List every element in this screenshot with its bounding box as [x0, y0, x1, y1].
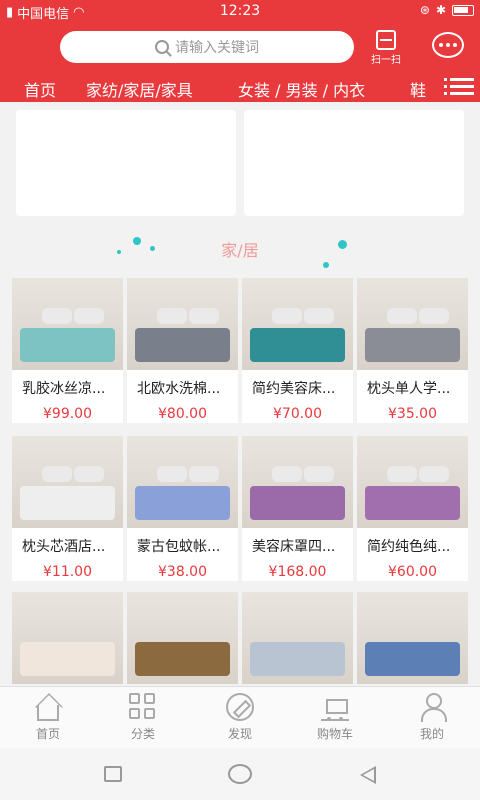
- tab-discover[interactable]: 发现: [205, 693, 275, 742]
- back-icon[interactable]: [360, 766, 376, 784]
- recent-apps-icon[interactable]: [104, 766, 122, 782]
- product-title: 简约美容床...: [252, 381, 336, 397]
- product-image: [12, 436, 123, 528]
- tab-label: 分类: [130, 727, 155, 741]
- bluetooth-icon: ✱: [435, 3, 446, 17]
- product-title: 简约纯色纯...: [367, 539, 451, 555]
- tab-label: 首页: [35, 727, 60, 741]
- product-image: [357, 436, 468, 528]
- tab-category[interactable]: 分类: [108, 693, 178, 742]
- product-card[interactable]: [357, 592, 468, 684]
- cart-icon: [321, 693, 349, 721]
- tab-cart[interactable]: 购物车: [300, 693, 370, 742]
- product-image: [242, 592, 353, 684]
- product-card[interactable]: 简约纯色纯... ¥60.00: [357, 436, 468, 581]
- status-time: 12:23: [219, 3, 261, 19]
- product-image: [127, 278, 238, 370]
- app-header: 请输入关键词 扫一扫: [0, 22, 480, 72]
- nav-home-textile[interactable]: 家纺/家居/家具: [86, 77, 193, 101]
- product-title: 枕头单人学...: [367, 381, 451, 397]
- section-title: 家/居: [221, 241, 259, 260]
- product-title: 蒙古包蚊帐...: [137, 539, 221, 555]
- tab-label: 购物车: [316, 727, 353, 741]
- scan-button[interactable]: 扫一扫: [364, 28, 408, 68]
- product-title: 乳胶冰丝凉...: [22, 381, 106, 397]
- tab-me[interactable]: 我的: [397, 693, 467, 742]
- user-icon: [418, 693, 447, 722]
- product-card[interactable]: 乳胶冰丝凉... ¥99.00: [12, 278, 123, 423]
- product-card[interactable]: [12, 592, 123, 684]
- product-price: ¥168.00: [268, 564, 327, 580]
- product-price: ¥70.00: [273, 406, 322, 422]
- product-image: [242, 278, 353, 370]
- product-card[interactable]: 美容床罩四... ¥168.00: [242, 436, 353, 581]
- product-image: [127, 592, 238, 684]
- product-card[interactable]: 蒙古包蚊帐... ¥38.00: [127, 436, 238, 581]
- category-icon: [129, 693, 157, 721]
- category-nav: 首页 家纺/家居/家具 女装 / 男装 / 内衣 鞋: [0, 72, 480, 102]
- product-image: [12, 592, 123, 684]
- product-image: [357, 592, 468, 684]
- bottom-tab-bar: 首页 分类 发现 购物车 我的: [0, 686, 480, 748]
- product-image: [357, 278, 468, 370]
- product-title: 枕头芯酒店...: [22, 539, 106, 555]
- lock-rotation-icon: ⊛: [419, 3, 430, 17]
- status-right: ⊛ ✱: [420, 3, 474, 17]
- tab-home[interactable]: 首页: [13, 693, 83, 742]
- decor-dot: [323, 262, 329, 268]
- banner-card-right[interactable]: [244, 110, 464, 216]
- search-input[interactable]: 请输入关键词: [60, 31, 354, 63]
- banner-cards: [16, 110, 464, 216]
- home-button-icon[interactable]: [228, 764, 252, 784]
- product-image: [127, 436, 238, 528]
- product-title: 美容床罩四...: [252, 539, 336, 555]
- product-price: ¥35.00: [388, 406, 437, 422]
- product-price: ¥80.00: [158, 406, 207, 422]
- compass-icon: [226, 693, 254, 721]
- product-price: ¥99.00: [43, 406, 92, 422]
- product-image: [242, 436, 353, 528]
- product-card[interactable]: 枕头芯酒店... ¥11.00: [12, 436, 123, 581]
- nav-shoes[interactable]: 鞋: [410, 77, 426, 101]
- scan-label: 扫一扫: [371, 55, 401, 66]
- product-title: 北欧水洗棉...: [137, 381, 221, 397]
- product-card[interactable]: [127, 592, 238, 684]
- product-price: ¥11.00: [43, 564, 92, 580]
- tab-label: 我的: [419, 727, 444, 741]
- banner-card-left[interactable]: [16, 110, 236, 216]
- product-card[interactable]: 北欧水洗棉... ¥80.00: [127, 278, 238, 423]
- product-price: ¥38.00: [158, 564, 207, 580]
- system-nav-bar: [0, 748, 480, 800]
- product-card[interactable]: 简约美容床... ¥70.00: [242, 278, 353, 423]
- search-placeholder: 请输入关键词: [175, 40, 259, 56]
- home-icon: [37, 705, 59, 721]
- menu-icon[interactable]: [444, 78, 474, 96]
- scan-icon: [376, 30, 396, 50]
- message-icon[interactable]: [432, 32, 464, 58]
- product-price: ¥60.00: [388, 564, 437, 580]
- nav-clothing[interactable]: 女装 / 男装 / 内衣: [238, 77, 365, 101]
- battery-icon: [452, 4, 474, 16]
- product-image: [12, 278, 123, 370]
- tab-label: 发现: [227, 727, 252, 741]
- product-card[interactable]: 枕头单人学... ¥35.00: [357, 278, 468, 423]
- search-icon: [155, 40, 169, 54]
- product-card[interactable]: [242, 592, 353, 684]
- status-bar: ▮ 中国电信 ◠ 12:23 ⊛ ✱: [0, 0, 480, 22]
- nav-home[interactable]: 首页: [24, 77, 56, 101]
